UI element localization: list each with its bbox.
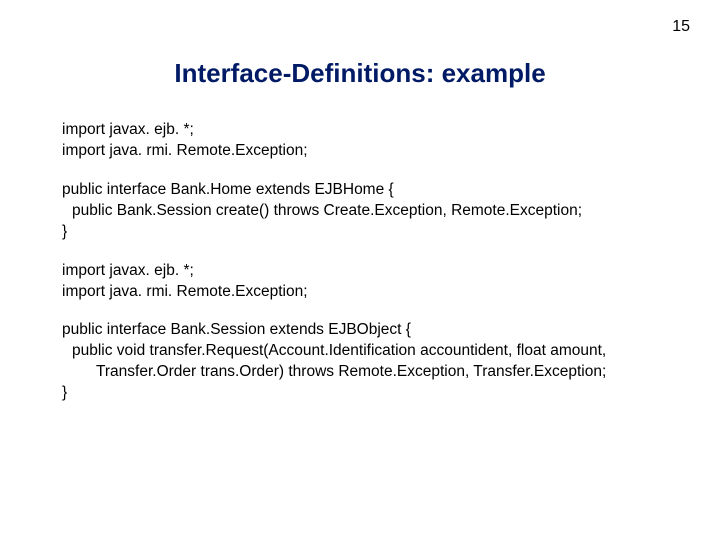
code-line: } [62, 222, 680, 243]
code-line: public Bank.Session create() throws Crea… [62, 201, 680, 222]
code-line: import java. rmi. Remote.Exception; [62, 282, 680, 303]
code-line: public interface Bank.Session extends EJ… [62, 320, 680, 341]
blank-line [62, 162, 680, 180]
code-line: public interface Bank.Home extends EJBHo… [62, 180, 680, 201]
code-line: import javax. ejb. *; [62, 120, 680, 141]
blank-line [62, 302, 680, 320]
code-line: import java. rmi. Remote.Exception; [62, 141, 680, 162]
page-number: 15 [672, 18, 690, 36]
code-block: import javax. ejb. *; import java. rmi. … [62, 120, 680, 404]
slide: 15 Interface-Definitions: example import… [0, 0, 720, 540]
slide-title: Interface-Definitions: example [0, 58, 720, 89]
code-line: } [62, 383, 680, 404]
blank-line [62, 243, 680, 261]
code-line: import javax. ejb. *; [62, 261, 680, 282]
code-line: Transfer.Order trans.Order) throws Remot… [62, 362, 680, 383]
code-line: public void transfer.Request(Account.Ide… [62, 341, 680, 362]
